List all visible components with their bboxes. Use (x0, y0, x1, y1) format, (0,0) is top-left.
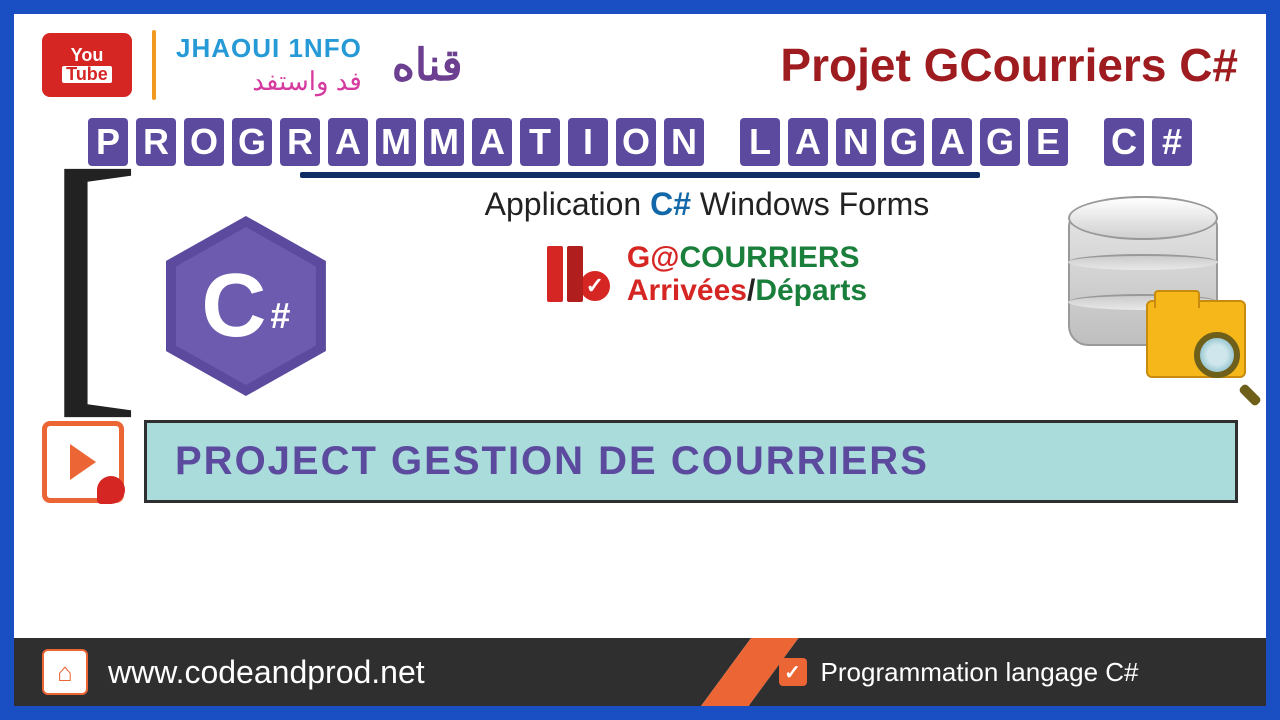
letter-block: N (836, 118, 876, 166)
database-search-icon (1068, 196, 1238, 386)
project-banner: PROJECT GESTION DE COURRIERS (144, 420, 1238, 503)
letter-block: L (740, 118, 780, 166)
brand-arabic: فد واستفد (176, 66, 362, 97)
letter-block: M (376, 118, 416, 166)
arabic-channel-label: قناه (392, 40, 463, 91)
subtitle: Application C# Windows Forms (485, 186, 930, 223)
letter-block: G (980, 118, 1020, 166)
cursor-hand-icon (97, 476, 125, 504)
footer-left: ⌂ www.codeandprod.net (14, 638, 751, 706)
footer-tag: Programmation langage C# (821, 657, 1139, 688)
letter-block: T (520, 118, 560, 166)
header-row: You Tube JHAOUI 1NFO فد واستفد قناه Proj… (14, 14, 1266, 110)
footer-bar: ⌂ www.codeandprod.net ✓ Programmation la… (14, 638, 1266, 706)
letter-block: M (424, 118, 464, 166)
csharp-logo-icon: C# (166, 216, 346, 396)
middle-row: [ C# Application C# Windows Forms ✓ G@CO… (14, 186, 1266, 396)
letter-block: A (932, 118, 972, 166)
letter-block: I (568, 118, 608, 166)
youtube-icon: You Tube (42, 33, 132, 97)
title-underline (300, 172, 980, 178)
youtube-text-bottom: Tube (62, 66, 112, 83)
vertical-divider (152, 30, 156, 100)
thumbnail-frame: You Tube JHAOUI 1NFO فد واستفد قناه Proj… (0, 0, 1280, 720)
checkbox-icon: ✓ (779, 658, 807, 686)
brand-name: JHAOUI 1NFO (176, 33, 362, 64)
main-title: Projet GCourriers C# (780, 38, 1238, 92)
letter-block: G (884, 118, 924, 166)
letter-block: R (136, 118, 176, 166)
letter-block: A (472, 118, 512, 166)
letter-block (1076, 118, 1096, 166)
center-column: Application C# Windows Forms ✓ G@COURRIE… (370, 186, 1044, 307)
letter-block: G (232, 118, 272, 166)
letter-block: R (280, 118, 320, 166)
gcourriers-block: ✓ G@COURRIERS Arrivées/Départs (547, 241, 867, 307)
letter-block: E (1028, 118, 1068, 166)
website-url: www.codeandprod.net (108, 654, 425, 691)
home-icon: ⌂ (42, 649, 88, 695)
letter-block: O (184, 118, 224, 166)
play-video-icon (42, 421, 124, 503)
letter-block: A (328, 118, 368, 166)
banner-row: PROJECT GESTION DE COURRIERS (42, 420, 1238, 503)
gcourriers-text: G@COURRIERS Arrivées/Départs (627, 241, 867, 307)
letter-block: N (664, 118, 704, 166)
magnifier-icon (1194, 332, 1254, 392)
letter-block: # (1152, 118, 1192, 166)
books-check-icon: ✓ (547, 244, 613, 304)
brand-block: JHAOUI 1NFO فد واستفد (176, 33, 362, 97)
letter-block: O (616, 118, 656, 166)
footer-right: ✓ Programmation langage C# (749, 638, 1266, 706)
letter-block (712, 118, 732, 166)
youtube-text-top: You (71, 47, 104, 64)
letter-block: C (1104, 118, 1144, 166)
letter-block: A (788, 118, 828, 166)
letter-blocks-row: PROGRAMMATIONLANGAGEC# (34, 118, 1246, 166)
bracket-icon: [ (42, 156, 142, 396)
